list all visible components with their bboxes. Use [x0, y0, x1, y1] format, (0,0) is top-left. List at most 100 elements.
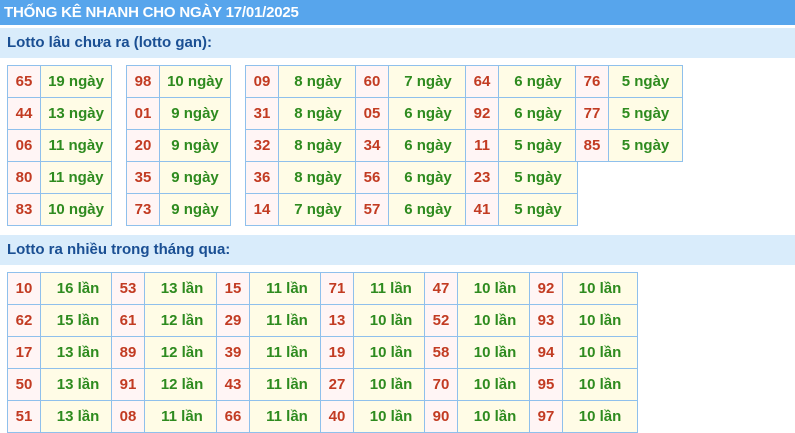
lotto-number: 80 [7, 161, 41, 194]
times-count: 10 lần [457, 272, 533, 305]
times-count: 10 lần [457, 336, 533, 369]
days-count: 7 ngày [388, 65, 468, 98]
lotto-number: 97 [529, 400, 563, 433]
lotto-number: 29 [216, 304, 250, 337]
days-count: 6 ngày [388, 129, 468, 162]
lotto-number: 94 [529, 336, 563, 369]
table-row: 73 9 ngày [126, 193, 231, 226]
days-count: 6 ngày [388, 97, 468, 130]
table-row: 08 11 lần [111, 400, 220, 433]
table-row: 56 6 ngày [355, 161, 468, 194]
days-count: 13 ngày [40, 97, 112, 130]
times-count: 10 lần [457, 400, 533, 433]
gan-table-6: 76 5 ngày 77 5 ngày 85 5 ngày [575, 65, 683, 162]
lotto-number: 77 [575, 97, 609, 130]
gan-table-2: 98 10 ngày 01 9 ngày 20 9 ngày 35 9 ngày 73 9 ngà… [126, 65, 231, 226]
times-count: 10 lần [353, 336, 429, 369]
days-count: 10 ngày [40, 193, 112, 226]
times-count: 11 lần [249, 368, 325, 401]
lotto-number: 51 [7, 400, 41, 433]
table-row: 27 10 lần [320, 368, 429, 401]
table-row: 97 10 lần [529, 400, 638, 433]
table-row: 11 5 ngày [465, 129, 578, 162]
times-count: 10 lần [457, 304, 533, 337]
lotto-number: 20 [126, 129, 160, 162]
table-row: 57 6 ngày [355, 193, 468, 226]
times-count: 12 lần [144, 304, 220, 337]
times-count: 13 lần [40, 400, 116, 433]
frequent-table-2: 53 13 lần 61 12 lần 89 12 lần 91 12 lần 08 11 lần [111, 272, 220, 433]
days-count: 5 ngày [498, 193, 578, 226]
lotto-number: 40 [320, 400, 354, 433]
times-count: 10 lần [457, 368, 533, 401]
lotto-number: 47 [424, 272, 458, 305]
days-count: 6 ngày [498, 97, 578, 130]
table-row: 32 8 ngày [245, 129, 358, 162]
days-count: 10 ngày [159, 65, 231, 98]
table-row: 70 10 lần [424, 368, 533, 401]
frequent-table-5: 47 10 lần 52 10 lần 58 10 lần 70 10 lần 90 10 lần [424, 272, 533, 433]
lotto-number: 27 [320, 368, 354, 401]
table-row: 43 11 lần [216, 368, 325, 401]
table-row: 95 10 lần [529, 368, 638, 401]
table-row: 85 5 ngày [575, 129, 683, 162]
table-row: 94 10 lần [529, 336, 638, 369]
table-row: 66 11 lần [216, 400, 325, 433]
lotto-number: 34 [355, 129, 389, 162]
lotto-number: 65 [7, 65, 41, 98]
days-count: 8 ngày [278, 129, 358, 162]
table-row: 51 13 lần [7, 400, 116, 433]
times-count: 10 lần [562, 400, 638, 433]
table-row: 58 10 lần [424, 336, 533, 369]
times-count: 10 lần [562, 272, 638, 305]
times-count: 10 lần [562, 336, 638, 369]
table-row: 77 5 ngày [575, 97, 683, 130]
table-row: 89 12 lần [111, 336, 220, 369]
table-row: 17 13 lần [7, 336, 116, 369]
table-row: 76 5 ngày [575, 65, 683, 98]
lotto-number: 41 [465, 193, 499, 226]
lotto-number: 53 [111, 272, 145, 305]
lotto-number: 66 [216, 400, 250, 433]
lotto-number: 43 [216, 368, 250, 401]
lotto-number: 58 [424, 336, 458, 369]
gan-table-4: 60 7 ngày 05 6 ngày 34 6 ngày 56 6 ngày 57 6 ngày [355, 65, 468, 226]
lotto-number: 91 [111, 368, 145, 401]
lotto-number: 92 [465, 97, 499, 130]
times-count: 13 lần [40, 368, 116, 401]
lotto-number: 73 [126, 193, 160, 226]
table-row: 31 8 ngày [245, 97, 358, 130]
table-row: 05 6 ngày [355, 97, 468, 130]
lotto-number: 57 [355, 193, 389, 226]
lotto-number: 08 [111, 400, 145, 433]
lotto-number: 39 [216, 336, 250, 369]
lotto-number: 64 [465, 65, 499, 98]
table-row: 47 10 lần [424, 272, 533, 305]
table-row: 41 5 ngày [465, 193, 578, 226]
table-row: 39 11 lần [216, 336, 325, 369]
page-title: THỐNG KÊ NHANH CHO NGÀY 17/01/2025 [0, 0, 795, 25]
lotto-number: 89 [111, 336, 145, 369]
table-row: 65 19 ngày [7, 65, 112, 98]
frequent-table-1: 10 16 lần 62 15 lần 17 13 lần 50 13 lần 51 13 lần [7, 272, 116, 433]
days-count: 7 ngày [278, 193, 358, 226]
table-row: 13 10 lần [320, 304, 429, 337]
table-row: 44 13 ngày [7, 97, 112, 130]
lotto-number: 98 [126, 65, 160, 98]
lotto-number: 10 [7, 272, 41, 305]
table-row: 83 10 ngày [7, 193, 112, 226]
lotto-number: 50 [7, 368, 41, 401]
table-row: 62 15 lần [7, 304, 116, 337]
table-row: 90 10 lần [424, 400, 533, 433]
gan-table-1: 65 19 ngày 44 13 ngày 06 11 ngày 80 11 ngày 83 10… [7, 65, 112, 226]
table-row: 40 10 lần [320, 400, 429, 433]
frequent-table-3: 15 11 lần 29 11 lần 39 11 lần 43 11 lần 66 11 lần [216, 272, 325, 433]
days-count: 9 ngày [159, 161, 231, 194]
table-row: 36 8 ngày [245, 161, 358, 194]
lotto-number: 19 [320, 336, 354, 369]
days-count: 8 ngày [278, 161, 358, 194]
table-row: 29 11 lần [216, 304, 325, 337]
days-count: 5 ngày [498, 161, 578, 194]
table-row: 53 13 lần [111, 272, 220, 305]
lotto-number: 70 [424, 368, 458, 401]
